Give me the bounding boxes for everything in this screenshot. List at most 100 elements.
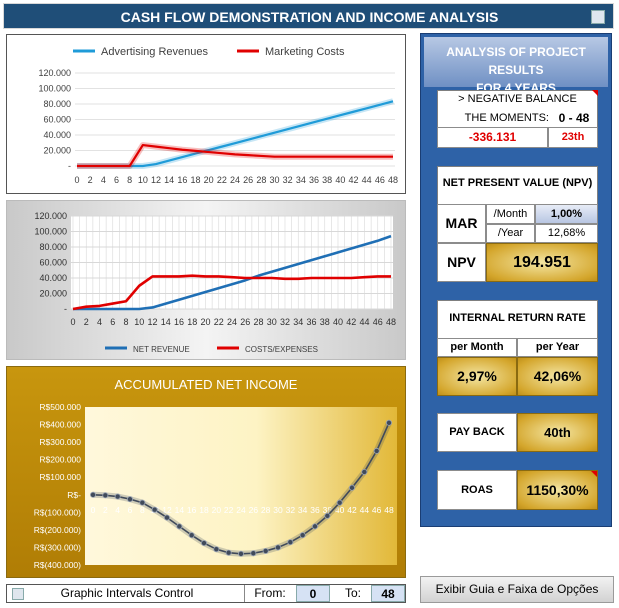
x-tick-label: 6 (128, 505, 133, 515)
moments-label: THE MOMENTS: (464, 112, 549, 124)
y-tick-label: R$(200.000) (34, 525, 81, 535)
payback-value: 40th (517, 413, 598, 452)
data-point (262, 547, 269, 554)
x-tick-label: 32 (283, 175, 293, 185)
y-tick-label: R$300.000 (39, 437, 81, 447)
x-tick-label: 6 (114, 175, 119, 185)
net-revenue-chart[interactable]: - 20.000 40.000 60.000 80.000 100.000 120.000 0… (6, 200, 406, 360)
moments-value: 0 - 48 (558, 111, 590, 125)
show-guide-button[interactable]: Exibir Guia e Faixa de Opções (420, 576, 614, 603)
y-tick-label: - (64, 304, 67, 314)
y-tick-label: 120.000 (38, 68, 71, 78)
y-tick-label: 60.000 (39, 258, 67, 268)
x-tick-label: 14 (164, 175, 174, 185)
from-label: From: (244, 585, 295, 602)
window-icon[interactable] (591, 10, 605, 24)
y-tick-label: R$100.000 (39, 472, 81, 482)
payback-label: PAY BACK (437, 413, 517, 452)
x-tick-label: 16 (177, 175, 187, 185)
x-tick-label: 12 (151, 175, 161, 185)
y-tick-label: 120.000 (34, 211, 67, 221)
control-icon[interactable] (12, 588, 24, 600)
y-tick-label: 40.000 (43, 130, 71, 140)
accumulated-income-chart[interactable]: ACCUMULATED NET INCOME R$(400.000) R$(300.… (6, 366, 406, 578)
data-point (274, 544, 281, 551)
x-tick-label: 46 (373, 317, 383, 327)
x-tick-label: 22 (214, 317, 224, 327)
x-tick-label: 24 (227, 317, 237, 327)
x-tick-label: 42 (348, 175, 358, 185)
interval-controls: Graphic Intervals Control From: 0 To: 48 (6, 584, 406, 603)
data-point (225, 549, 232, 556)
panel-heading-line1: ANALYSIS OF PROJECT RESULTS (446, 45, 586, 77)
data-point (299, 532, 306, 539)
x-tick-label: 40 (333, 317, 343, 327)
x-tick-label: 46 (372, 505, 382, 515)
y-tick-label: R$500.000 (39, 402, 81, 412)
x-tick-label: 30 (267, 317, 277, 327)
y-tick-label: 20.000 (43, 146, 71, 156)
data-point (373, 447, 380, 454)
x-tick-label: 32 (280, 317, 290, 327)
data-point (348, 484, 355, 491)
x-tick-label: 22 (217, 175, 227, 185)
x-tick-label: 44 (359, 317, 369, 327)
x-tick-label: 32 (286, 505, 296, 515)
data-point (163, 514, 170, 521)
x-tick-label: 8 (127, 175, 132, 185)
x-tick-label: 20 (204, 175, 214, 185)
x-tick-label: 34 (293, 317, 303, 327)
data-point (127, 496, 134, 503)
irr-month-label: per Month (437, 338, 517, 357)
y-tick-label: 100.000 (38, 84, 71, 94)
data-point (385, 419, 392, 426)
to-input[interactable]: 48 (371, 585, 405, 602)
mar-year-value: 12,68% (535, 224, 598, 243)
min-balance-month: 23th (548, 127, 598, 148)
x-tick-label: 24 (230, 175, 240, 185)
data-point (250, 550, 257, 557)
x-tick-label: 26 (240, 317, 250, 327)
controls-label: Graphic Intervals Control (60, 586, 194, 600)
x-tick-label: 46 (375, 175, 385, 185)
y-tick-label: R$(100.000) (34, 507, 81, 517)
y-tick-label: R$(300.000) (34, 542, 81, 552)
x-tick-label: 18 (187, 317, 197, 327)
net-revenue-chart-svg: - 20.000 40.000 60.000 80.000 100.000 120.000 0… (34, 211, 396, 354)
x-tick-label: 40 (335, 175, 345, 185)
data-point (102, 492, 109, 499)
x-tick-label: 16 (187, 505, 197, 515)
x-tick-label: 30 (269, 175, 279, 185)
npv-value: 194.951 (486, 243, 598, 282)
data-point (114, 493, 121, 500)
x-tick-label: 10 (138, 175, 148, 185)
y-tick-label: R$(400.000) (34, 560, 81, 570)
data-point (336, 499, 343, 506)
roas-label: ROAS (437, 470, 517, 510)
x-tick-label: 20 (212, 505, 222, 515)
mar-month-input[interactable]: 1,00% (535, 204, 598, 224)
series-glow (77, 142, 393, 169)
x-tick-label: 26 (249, 505, 259, 515)
data-point (311, 523, 318, 530)
x-tick-label: 48 (386, 317, 396, 327)
x-tick-label: 2 (84, 317, 89, 327)
panel-heading: ANALYSIS OF PROJECT RESULTS FOR 4 YEARS (424, 43, 608, 97)
y-tick-label: R$200.000 (39, 455, 81, 465)
y-tick-label: 80.000 (43, 99, 71, 109)
x-tick-label: 24 (236, 505, 246, 515)
revenue-cost-chart[interactable]: - 20.000 40.000 60.000 80.000 100.000 120.000 0… (6, 34, 406, 194)
x-tick-label: 0 (70, 317, 75, 327)
irr-heading: INTERNAL RETURN RATE (449, 312, 586, 324)
from-input[interactable]: 0 (296, 585, 330, 602)
y-tick-label: 40.000 (39, 273, 67, 283)
npv-label: NPV (437, 243, 486, 282)
x-tick-label: 48 (388, 175, 398, 185)
y-tick-label: R$400.000 (39, 420, 81, 430)
y-tick-label: - (68, 161, 71, 171)
data-point (361, 468, 368, 475)
x-tick-label: 28 (256, 175, 266, 185)
x-tick-label: 10 (134, 317, 144, 327)
x-tick-label: 20 (200, 317, 210, 327)
data-point (237, 550, 244, 557)
